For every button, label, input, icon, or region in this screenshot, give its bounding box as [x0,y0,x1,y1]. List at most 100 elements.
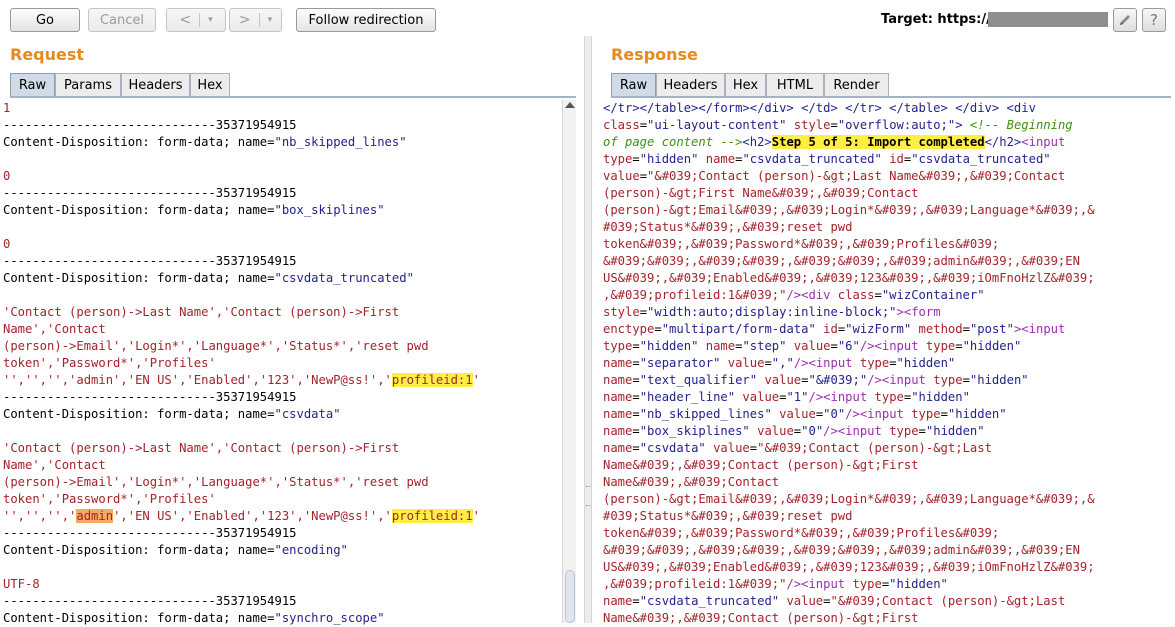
code-token: "ui-layout-content" [647,118,787,132]
code-token: ' [472,509,480,523]
code-line: name="header_line" value="1"/><input typ… [603,389,1171,406]
code-line: ,&#039;profileid:1&#039;"/><input type="… [603,576,1171,593]
code-token: enctype [603,322,655,336]
code-token: = [889,356,897,370]
code-token: "csvdata_truncated" [911,152,1051,166]
response-tab-headers[interactable]: Headers [656,73,725,96]
code-token: "0" [823,407,846,421]
code-token: "hidden" [969,373,1029,387]
response-tab-raw[interactable]: Raw [611,73,656,96]
code-token: = [632,356,640,370]
code-token: = [632,152,640,166]
request-tab-headers[interactable]: Headers [121,73,190,96]
code-token: Content-Disposition: form-data; name= [3,135,275,149]
code-token: = [632,339,640,353]
code-line: token&#039;,&#039;Password*&#039;,&#039;… [603,236,1171,253]
redacted-host [988,12,1108,27]
code-token: (person)-&gt;First Name&#039;,&#039;Cont… [603,186,919,200]
code-line: token&#039;,&#039;Password*&#039;,&#039;… [603,525,1171,542]
code-token: = [918,424,926,438]
code-token: "csvdata_truncated" [742,152,882,166]
code-line: value="&#039;Contact (person)-&gt;Last N… [603,168,1171,185]
request-tab-hex[interactable]: Hex [190,73,230,96]
code-token: = [639,169,648,183]
code-token: Name&#039;,&#039;Contact [603,475,780,489]
forward-button[interactable]: > ▾ [229,8,282,32]
request-tab-params[interactable]: Params [55,73,121,96]
code-line: Content-Disposition: form-data; name="sy… [3,610,561,627]
code-line: style="width:auto;display:inline-block;"… [603,304,1171,321]
code-token: type [881,424,919,438]
code-line: Content-Disposition: form-data; name="bo… [3,202,561,219]
code-token: "nb_skipped_lines" [274,135,407,149]
code-line: name="text_qualifier" value="&#039;"/><i… [603,372,1171,389]
code-line: Name','Contact [3,321,561,338]
code-token: ><input [1013,322,1066,336]
code-token: "csvdata_truncated" [274,271,414,285]
code-line: -----------------------------35371954915 [3,253,561,270]
code-token: value [749,424,794,438]
go-button[interactable]: Go [10,8,80,32]
code-line: 'Contact (person)->Last Name','Contact (… [3,304,561,321]
code-token: <h2> [742,135,772,149]
code-token: "&#039;Contact (person)-&gt;Last [757,441,992,455]
code-token: ','EN US','Enabled','123','NewP@ss!',' [113,509,392,523]
request-tab-raw[interactable]: Raw [10,73,55,96]
code-token: = [639,118,648,132]
code-line: (person)-&gt;Email&#039;,&#039;Login*&#0… [603,491,1171,508]
code-token: "hidden" [947,407,1007,421]
code-token: = [632,407,640,421]
code-token: token&#039;,&#039;Password*&#039;,&#039;… [603,526,1000,540]
code-token: "wizContainer" [881,288,985,302]
cancel-button[interactable]: Cancel [88,8,156,32]
code-token: = [632,441,640,455]
code-token: method [911,322,963,336]
response-tab-hex[interactable]: Hex [725,73,766,96]
back-button[interactable]: < ▾ [166,8,226,32]
code-token: "wizForm" [845,322,912,336]
code-token: "&#039;Contact (person)-&gt;Last [830,594,1066,608]
code-token: "," [771,356,794,370]
pane-divider[interactable] [584,36,592,623]
code-token: value [786,339,831,353]
code-token: '','','',' [3,509,77,523]
response-title: Response [611,45,698,64]
request-editor[interactable]: 1 -----------------------------3537195491… [3,100,561,627]
response-tab-html[interactable]: HTML [766,73,824,96]
code-token: Name','Contact [3,322,106,336]
request-scrollbar[interactable] [562,100,576,623]
follow-redirection-button[interactable]: Follow redirection [296,8,436,32]
help-icon[interactable]: ? [1142,8,1166,32]
code-token: "nb_skipped_lines" [639,407,772,421]
code-token: 1 [3,101,11,115]
code-line: UTF-8 [3,576,561,593]
response-editor[interactable]: </tr></table></form></div> </td> </tr> <… [603,100,1171,627]
code-line: type="hidden" name="step" value="6"/><in… [603,338,1171,355]
response-tab-render[interactable]: Render [824,73,889,96]
code-line: 'Contact (person)->Last Name','Contact (… [3,440,561,457]
code-line: (person)->Email','Login*','Language*','S… [3,474,561,491]
code-line: -----------------------------35371954915 [3,185,561,202]
code-line: 1 [3,100,561,117]
code-line: Content-Disposition: form-data; name="en… [3,542,561,559]
code-token: "&#039;" [808,373,868,387]
pencil-icon[interactable] [1113,8,1137,32]
code-token: /><div [786,288,831,302]
code-token: name [603,373,633,387]
code-line: name="separator" value=","/><input type=… [603,355,1171,372]
code-token: = [940,407,948,421]
code-line: name="csvdata_truncated" value="&#039;Co… [603,593,1171,610]
code-token: = [962,322,970,336]
code-line: name="nb_skipped_lines" value="0"/><inpu… [603,406,1171,423]
code-token: /><input [867,373,926,387]
code-token: "hidden" [639,339,699,353]
code-token: name [603,356,633,370]
code-token: "6" [837,339,860,353]
code-token: token','Password*','Profiles' [3,492,216,506]
code-line: Content-Disposition: form-data; name="cs… [3,270,561,287]
code-token: #039;Status*&#039;,&#039;reset pwd [603,220,853,234]
chevron-down-icon: ▾ [267,15,273,25]
code-token: 0 [3,237,11,251]
code-line: &#039;&#039;,&#039;&#039;,&#039;&#039;,&… [603,253,1171,270]
code-token: value [771,407,816,421]
